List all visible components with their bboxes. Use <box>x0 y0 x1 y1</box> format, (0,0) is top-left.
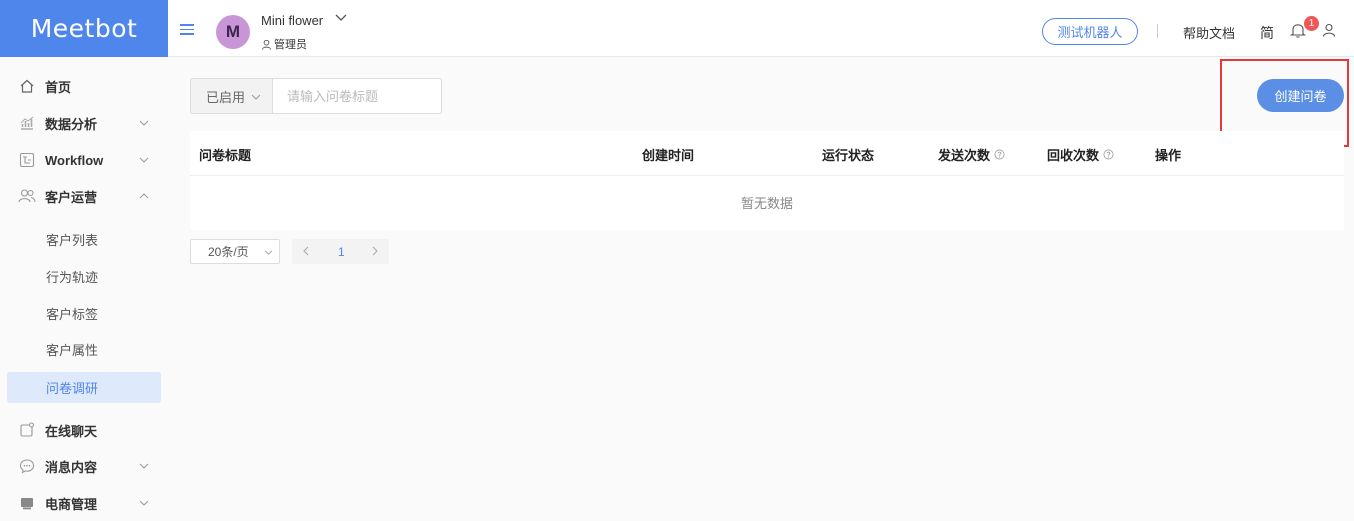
sidebar-item-label: 首页 <box>45 79 72 95</box>
top-bar: Meetbot M Mini flower 管理员 测试机器人 帮助文档 简 1 <box>0 0 1354 57</box>
page-size-value: 20条/页 <box>208 245 249 259</box>
sidebar-item-home[interactable]: 首页 <box>0 68 168 104</box>
user-profile-icon[interactable] <box>1322 23 1336 37</box>
sidebar-item-live-chat[interactable]: 在线聊天 <box>0 412 168 448</box>
notification-badge: 1 <box>1304 16 1319 31</box>
sidebar-subitem-survey[interactable]: 问卷调研 <box>7 372 161 403</box>
divider <box>1157 24 1158 38</box>
sidebar-subitem-label: 客户标签 <box>46 307 99 322</box>
chevron-up-icon <box>139 193 149 199</box>
sidebar-item-label: 电商管理 <box>45 496 98 512</box>
chevron-down-icon <box>139 157 149 163</box>
sidebar-item-workflow[interactable]: Workflow <box>0 142 168 178</box>
chat-icon <box>18 421 36 439</box>
create-survey-button[interactable]: 创建问卷 <box>1257 79 1344 112</box>
pagination: 1 <box>292 239 389 264</box>
sidebar-subitem-behavior-track[interactable]: 行为轨迹 <box>7 261 161 292</box>
sidebar-subitem-label: 行为轨迹 <box>46 270 99 285</box>
table-header: 问卷标题 创建时间 运行状态 发送次数 回收次数 操作 <box>190 131 1344 176</box>
sidebar-item-analytics[interactable]: 数据分析 <box>0 105 168 141</box>
language-switch[interactable]: 简 <box>1260 23 1274 43</box>
column-header-title: 问卷标题 <box>199 148 252 163</box>
page-size-select[interactable]: 20条/页 <box>190 239 280 264</box>
chevron-down-icon[interactable] <box>335 13 347 23</box>
column-header-actions: 操作 <box>1155 148 1182 163</box>
chevron-right-icon[interactable] <box>371 246 379 256</box>
sidebar-item-label: 客户运营 <box>45 189 98 205</box>
sidebar-subitem-customer-tags[interactable]: 客户标签 <box>7 298 161 329</box>
workflow-icon <box>18 151 36 169</box>
role-text: 管理员 <box>274 39 307 51</box>
column-header-send-count: 发送次数 <box>938 145 1005 164</box>
help-docs-link[interactable]: 帮助文档 <box>1183 23 1235 42</box>
org-name[interactable]: Mini flower <box>261 13 323 28</box>
chevron-down-icon <box>139 463 149 469</box>
column-header-recycle-count: 回收次数 <box>1047 145 1114 164</box>
sidebar-subitem-label: 问卷调研 <box>46 381 99 396</box>
org-avatar[interactable]: M <box>216 15 250 49</box>
sidebar-subitem-label: 客户属性 <box>46 343 99 358</box>
sidebar-subitem-customer-attributes[interactable]: 客户属性 <box>7 334 161 365</box>
question-circle-icon[interactable] <box>1103 149 1114 160</box>
role-label: 管理员 <box>261 36 307 52</box>
chevron-down-icon <box>139 500 149 506</box>
sidebar-item-ecommerce[interactable]: 电商管理 <box>0 485 168 521</box>
sidebar-item-label: 在线聊天 <box>45 423 98 439</box>
menu-toggle-icon[interactable] <box>180 24 194 35</box>
sidebar-item-message-content[interactable]: 消息内容 <box>0 448 168 484</box>
status-filter-select[interactable]: 已启用 <box>190 78 273 114</box>
column-header-run-status: 运行状态 <box>822 148 875 163</box>
sidebar-item-customer-ops[interactable]: 客户运营 <box>0 178 168 214</box>
chevron-down-icon <box>251 94 261 100</box>
status-filter-value: 已启用 <box>206 89 246 105</box>
home-icon <box>18 77 36 95</box>
question-circle-icon[interactable] <box>994 149 1005 160</box>
page-number[interactable]: 1 <box>338 245 345 259</box>
logo-text: Meetbot <box>30 14 138 43</box>
sidebar-item-label: 消息内容 <box>45 459 98 475</box>
chevron-down-icon <box>139 120 149 126</box>
sidebar-item-label: Workflow <box>45 152 104 168</box>
chevron-left-icon[interactable] <box>302 246 310 256</box>
message-icon <box>18 457 36 475</box>
sidebar-subitem-customer-list[interactable]: 客户列表 <box>7 224 161 255</box>
column-header-created-time: 创建时间 <box>642 148 695 163</box>
empty-state-text: 暂无数据 <box>740 196 793 211</box>
analytics-icon <box>18 114 36 132</box>
sidebar-item-label: 数据分析 <box>45 116 98 132</box>
user-icon <box>261 39 272 50</box>
sidebar-subitem-label: 客户列表 <box>46 233 99 248</box>
test-bot-button[interactable]: 测试机器人 <box>1042 18 1138 45</box>
users-icon <box>18 187 36 205</box>
survey-title-search-input[interactable] <box>272 78 442 114</box>
survey-table: 问卷标题 创建时间 运行状态 发送次数 回收次数 操作 暂无数据 <box>190 131 1344 230</box>
logo[interactable]: Meetbot <box>0 0 168 57</box>
store-icon <box>18 494 36 512</box>
chevron-down-icon <box>264 250 273 255</box>
